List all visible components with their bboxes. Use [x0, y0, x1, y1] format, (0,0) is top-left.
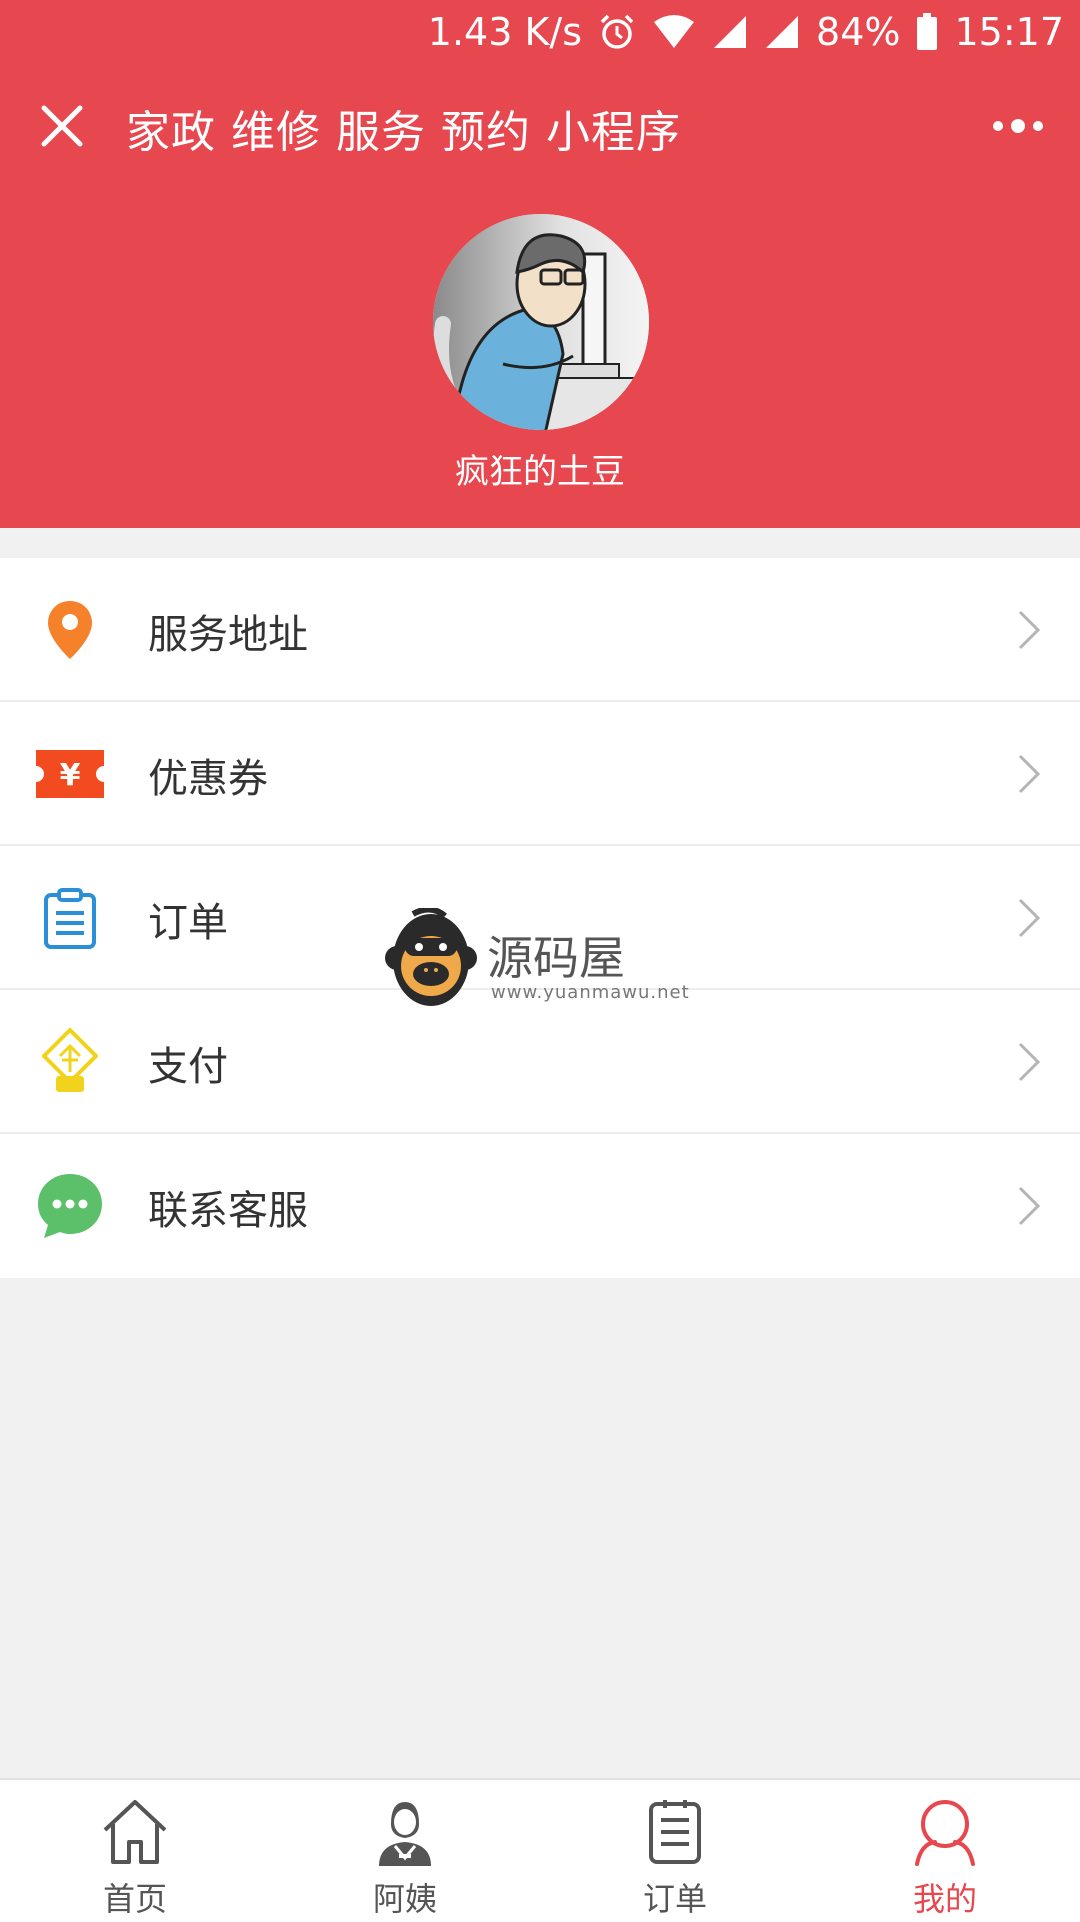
home-icon — [103, 1800, 167, 1864]
list-icon — [649, 1800, 701, 1864]
chevron-right-icon — [1018, 610, 1041, 650]
battery-percent: 84% — [816, 10, 901, 54]
watermark: 源码屋 www.yuanmawu.net — [383, 908, 703, 1012]
tab-label: 首页 — [102, 1880, 167, 1918]
battery-icon — [917, 13, 938, 50]
wifi-icon — [654, 15, 695, 48]
menu-item-label: 订单 — [148, 900, 228, 946]
more-icon — [993, 119, 1043, 133]
menu-item-label: 优惠券 — [148, 756, 268, 802]
clock-time: 15:17 — [954, 10, 1064, 54]
svg-text:¥: ¥ — [60, 758, 81, 793]
menu-item-label: 联系客服 — [148, 1188, 308, 1234]
profile-header: 1.43 K/s 84% 15:17 家政 维修 服务 预约 小程序 疯狂的土豆 — [0, 0, 1080, 528]
chevron-right-icon — [1018, 1042, 1041, 1082]
avatar[interactable] — [433, 214, 649, 430]
more-button[interactable] — [978, 94, 1058, 158]
menu-item-label: 支付 — [148, 1044, 228, 1090]
monkey-logo-icon — [385, 908, 477, 1006]
close-button[interactable] — [30, 94, 94, 158]
clipboard-icon — [34, 884, 106, 952]
tab-home[interactable]: 首页 — [0, 1780, 270, 1922]
avatar-image — [433, 214, 649, 430]
page-title: 家政 维修 服务 预约 小程序 — [126, 107, 681, 158]
watermark-url: www.yuanmawu.net — [491, 982, 690, 1003]
tab-orders[interactable]: 订单 — [540, 1780, 810, 1922]
location-pin-icon — [34, 596, 106, 664]
menu-item-coupon[interactable]: ¥ 优惠券 — [0, 702, 1080, 846]
coupon-icon: ¥ — [34, 740, 106, 808]
chat-icon — [34, 1172, 106, 1240]
chevron-right-icon — [1018, 898, 1041, 938]
tab-label: 订单 — [642, 1880, 707, 1918]
signal-icon — [714, 16, 747, 48]
tab-label: 阿姨 — [372, 1880, 437, 1918]
menu-item-address[interactable]: 服务地址 — [0, 558, 1080, 702]
tab-label: 我的 — [912, 1880, 977, 1918]
status-bar: 1.43 K/s 84% 15:17 — [0, 0, 1080, 64]
watermark-title: 源码屋 — [487, 931, 625, 985]
payment-icon — [34, 1028, 106, 1096]
username: 疯狂的土豆 — [455, 452, 625, 492]
menu-item-label: 服务地址 — [148, 612, 308, 658]
chevron-right-icon — [1018, 1186, 1041, 1226]
alarm-icon — [600, 14, 634, 49]
tab-bar: 首页 阿姨 订单 我的 — [0, 1778, 1080, 1922]
nav-bar: 家政 维修 服务 预约 小程序 — [0, 64, 1080, 188]
network-speed: 1.43 K/s — [427, 10, 583, 54]
person-icon — [379, 1802, 431, 1866]
tab-aunt[interactable]: 阿姨 — [270, 1780, 540, 1922]
user-icon — [915, 1800, 975, 1866]
menu-item-contact-service[interactable]: 联系客服 — [0, 1134, 1080, 1278]
signal-icon — [766, 16, 799, 48]
close-icon — [41, 105, 83, 147]
chevron-right-icon — [1018, 754, 1041, 794]
tab-mine[interactable]: 我的 — [810, 1780, 1080, 1922]
